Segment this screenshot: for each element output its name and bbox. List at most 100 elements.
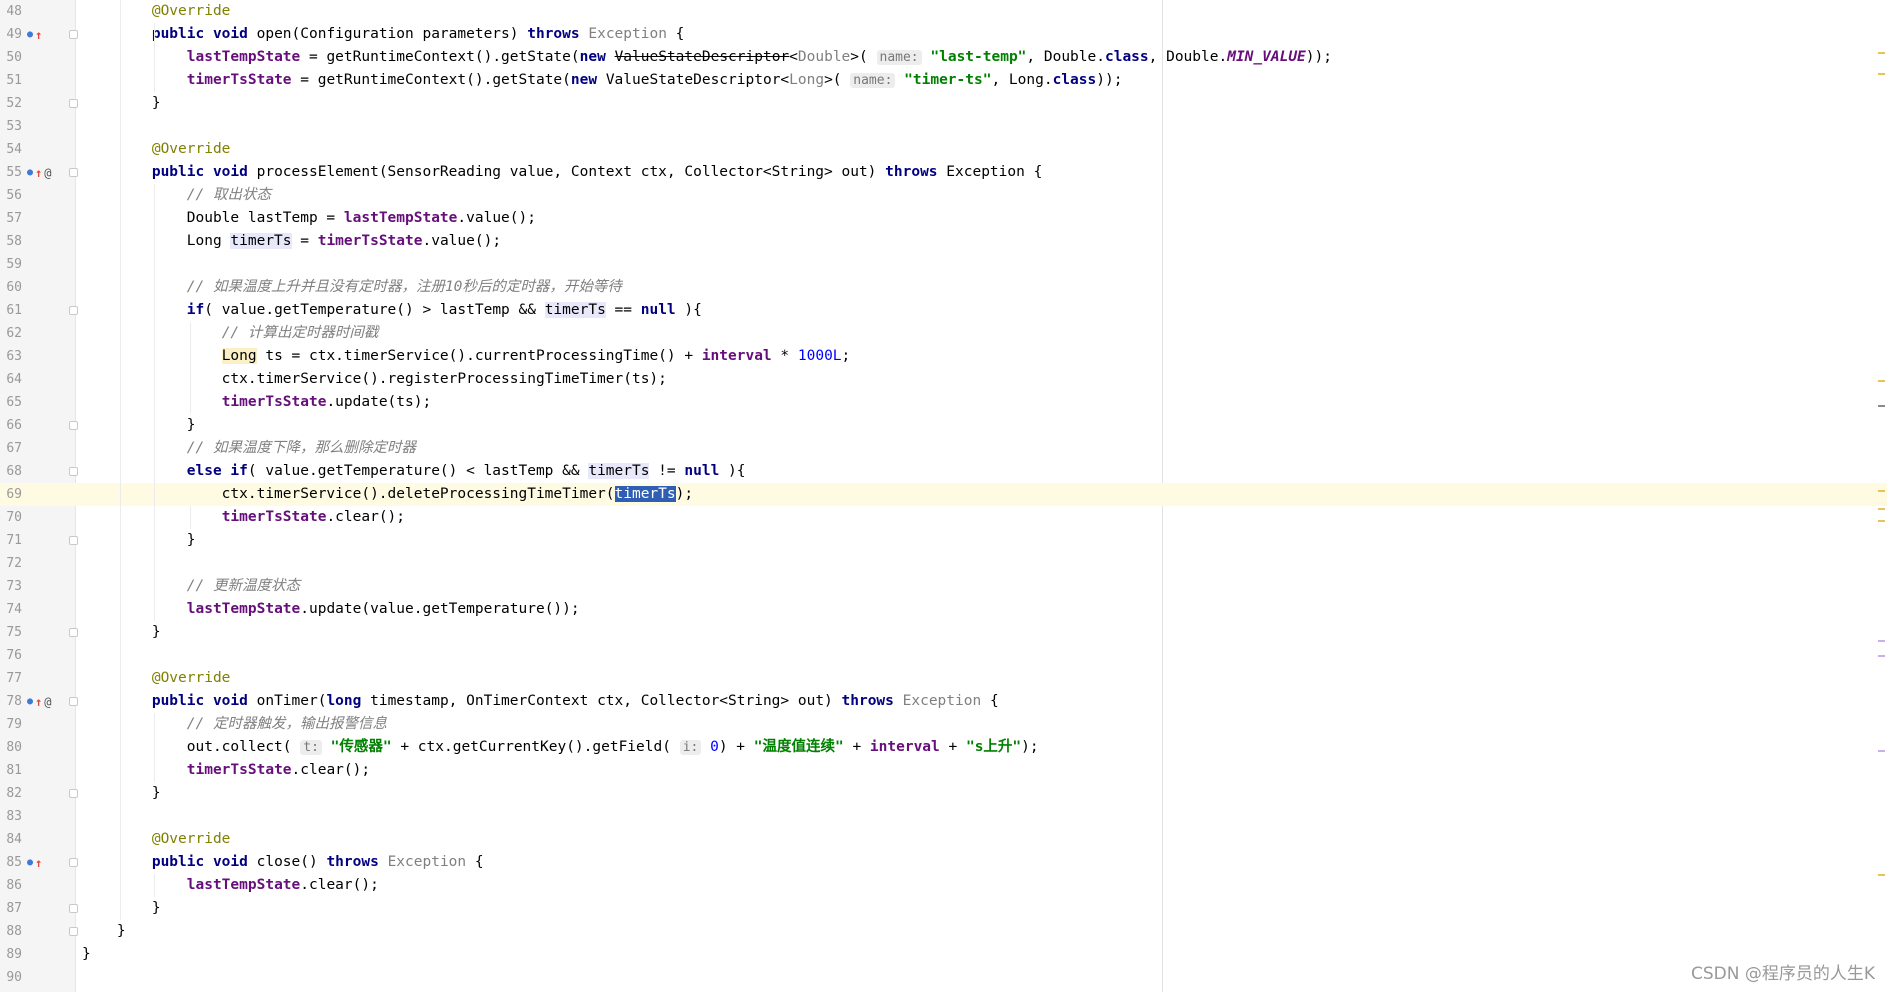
implements-marker-icon[interactable]: ● — [27, 29, 33, 40]
line-number[interactable]: 70 — [0, 506, 22, 529]
code-line[interactable]: 65 timerTsState.update(ts); — [0, 391, 1887, 414]
fold-marker-icon[interactable] — [69, 904, 78, 913]
error-stripe[interactable] — [1875, 0, 1887, 992]
line-number[interactable]: 86 — [0, 874, 22, 897]
code-line[interactable]: 49 ● ↑ public void open(Configuration para… — [0, 23, 1887, 46]
line-number[interactable]: 55 — [0, 161, 22, 184]
code-text[interactable]: } — [82, 529, 196, 552]
code-text[interactable]: lastTempState.clear(); — [82, 874, 379, 897]
code-text[interactable]: @Override — [82, 828, 231, 851]
code-text[interactable]: Long ts = ctx.timerService().currentProc… — [82, 345, 850, 368]
code-line[interactable]: 76 — [0, 644, 1887, 667]
fold-marker-icon[interactable] — [69, 697, 78, 706]
line-number[interactable]: 69 — [0, 483, 22, 506]
code-text[interactable]: public void close() throws Exception { — [82, 851, 484, 874]
line-number[interactable]: 83 — [0, 805, 22, 828]
code-text[interactable]: ctx.timerService().deleteProcessingTimeT… — [82, 483, 693, 506]
fold-marker-icon[interactable] — [69, 168, 78, 177]
code-text[interactable]: lastTempState.update(value.getTemperatur… — [82, 598, 580, 621]
line-number[interactable]: 63 — [0, 345, 22, 368]
code-text[interactable]: @Override — [82, 0, 231, 23]
code-text[interactable]: // 如果温度上升并且没有定时器，注册10秒后的定时器，开始等待 — [82, 276, 622, 299]
line-number[interactable]: 79 — [0, 713, 22, 736]
code-text[interactable]: } — [82, 414, 196, 437]
line-number[interactable]: 52 — [0, 92, 22, 115]
line-number[interactable]: 66 — [0, 414, 22, 437]
code-line[interactable]: 66 } — [0, 414, 1887, 437]
fold-marker-icon[interactable] — [69, 99, 78, 108]
line-number[interactable]: 76 — [0, 644, 22, 667]
stripe-marker[interactable] — [1878, 490, 1885, 492]
code-text[interactable]: // 定时器触发，输出报警信息 — [82, 713, 387, 736]
line-number[interactable]: 90 — [0, 966, 22, 989]
code-line[interactable]: 78 ● ↑ @ public void onTimer(long timestamp… — [0, 690, 1887, 713]
code-line[interactable]: 88 } — [0, 920, 1887, 943]
code-line[interactable]: 86 lastTempState.clear(); — [0, 874, 1887, 897]
fold-marker-icon[interactable] — [69, 30, 78, 39]
code-line[interactable]: 68 else if( value.getTemperature() < las… — [0, 460, 1887, 483]
code-line[interactable]: 90 — [0, 966, 1887, 989]
code-text[interactable]: } — [82, 782, 161, 805]
code-line[interactable]: 89} — [0, 943, 1887, 966]
fold-marker-icon[interactable] — [69, 858, 78, 867]
stripe-marker[interactable] — [1878, 52, 1885, 54]
code-line[interactable]: 73 // 更新温度状态 — [0, 575, 1887, 598]
code-text[interactable]: // 如果温度下降，那么删除定时器 — [82, 437, 416, 460]
code-text[interactable]: timerTsState.clear(); — [82, 759, 370, 782]
line-number[interactable]: 51 — [0, 69, 22, 92]
code-text[interactable]: Long timerTs = timerTsState.value(); — [82, 230, 501, 253]
code-line[interactable]: 61 if( value.getTemperature() > lastTemp… — [0, 299, 1887, 322]
code-line[interactable]: 74 lastTempState.update(value.getTempera… — [0, 598, 1887, 621]
line-number[interactable]: 82 — [0, 782, 22, 805]
code-text[interactable]: @Override — [82, 667, 231, 690]
code-line[interactable]: 55 ● ↑ @ public void processElement(SensorR… — [0, 161, 1887, 184]
line-number[interactable]: 85 — [0, 851, 22, 874]
override-arrow-icon[interactable]: ↑ — [35, 695, 42, 709]
code-text[interactable]: } — [82, 943, 91, 966]
code-line[interactable]: 63 Long ts = ctx.timerService().currentP… — [0, 345, 1887, 368]
code-line[interactable]: 59 — [0, 253, 1887, 276]
stripe-marker[interactable] — [1878, 405, 1885, 407]
fold-marker-icon[interactable] — [69, 306, 78, 315]
implements-marker-icon[interactable]: ● — [27, 167, 33, 178]
code-text[interactable]: @Override — [82, 138, 231, 161]
code-line[interactable]: 87 } — [0, 897, 1887, 920]
stripe-marker[interactable] — [1878, 508, 1885, 510]
code-text[interactable]: public void onTimer(long timestamp, OnTi… — [82, 690, 999, 713]
stripe-marker[interactable] — [1878, 655, 1885, 657]
code-text[interactable]: // 取出状态 — [82, 184, 271, 207]
code-line[interactable]: 75 } — [0, 621, 1887, 644]
line-number[interactable]: 89 — [0, 943, 22, 966]
code-line[interactable]: 48 @Override — [0, 0, 1887, 23]
code-text[interactable]: ctx.timerService().registerProcessingTim… — [82, 368, 667, 391]
line-number[interactable]: 67 — [0, 437, 22, 460]
code-line[interactable]: 69 ctx.timerService().deleteProcessingTi… — [0, 483, 1887, 506]
line-number[interactable]: 58 — [0, 230, 22, 253]
code-line[interactable]: 70 timerTsState.clear(); — [0, 506, 1887, 529]
annotation-at-icon[interactable]: @ — [44, 166, 51, 180]
gutter-icons[interactable]: ● ↑ @ — [27, 161, 52, 184]
fold-marker-icon[interactable] — [69, 536, 78, 545]
line-number[interactable]: 68 — [0, 460, 22, 483]
code-line[interactable]: 71 } — [0, 529, 1887, 552]
code-text[interactable]: Double lastTemp = lastTempState.value(); — [82, 207, 536, 230]
line-number[interactable]: 78 — [0, 690, 22, 713]
code-line[interactable]: 79 // 定时器触发，输出报警信息 — [0, 713, 1887, 736]
line-number[interactable]: 62 — [0, 322, 22, 345]
code-text[interactable]: timerTsState = getRuntimeContext().getSt… — [82, 69, 1122, 92]
code-text[interactable]: if( value.getTemperature() > lastTemp &&… — [82, 299, 702, 322]
code-line[interactable]: 54 @Override — [0, 138, 1887, 161]
line-number[interactable]: 49 — [0, 23, 22, 46]
implements-marker-icon[interactable]: ● — [27, 857, 33, 868]
code-line[interactable]: 81 timerTsState.clear(); — [0, 759, 1887, 782]
fold-marker-icon[interactable] — [69, 628, 78, 637]
code-text[interactable]: // 计算出定时器时间戳 — [82, 322, 379, 345]
line-number[interactable]: 81 — [0, 759, 22, 782]
code-text[interactable]: } — [82, 897, 161, 920]
code-text[interactable]: timerTsState.update(ts); — [82, 391, 432, 414]
line-number[interactable]: 88 — [0, 920, 22, 943]
code-text[interactable]: lastTempState = getRuntimeContext().getS… — [82, 46, 1332, 69]
stripe-marker[interactable] — [1878, 750, 1885, 752]
stripe-marker[interactable] — [1878, 874, 1885, 876]
line-number[interactable]: 87 — [0, 897, 22, 920]
